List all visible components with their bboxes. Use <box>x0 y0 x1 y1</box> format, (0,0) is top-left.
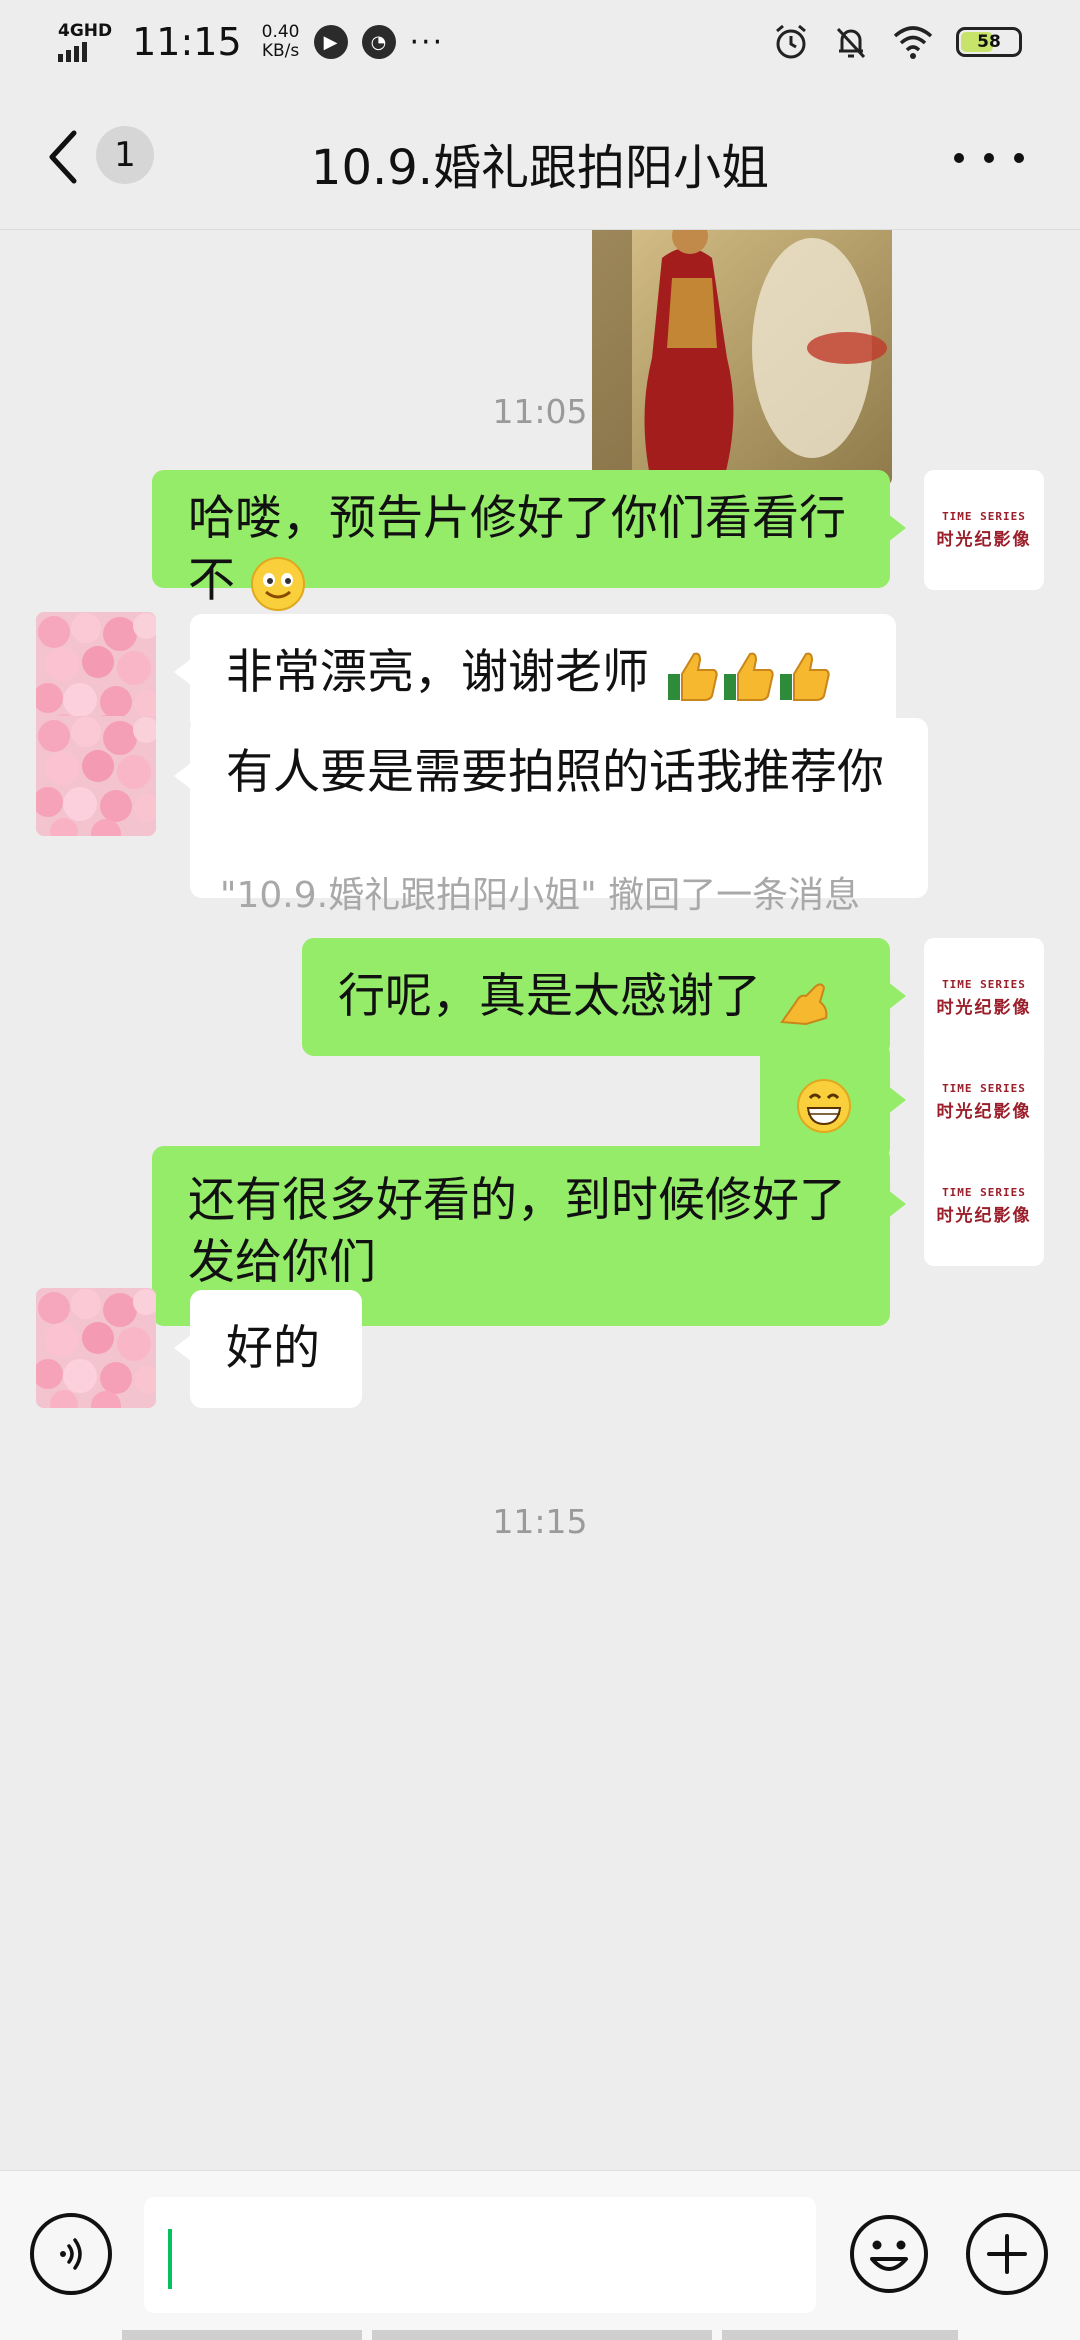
message-text: 好的 <box>226 1321 320 1376</box>
my-avatar[interactable]: TIME SERIES 时光纪影像 <box>924 470 1044 590</box>
outgoing-emoji-message[interactable] <box>760 1042 906 1160</box>
input-bar <box>0 2170 1080 2340</box>
emoji-icon <box>850 2215 928 2293</box>
network-indicator: 4GHD <box>58 22 112 62</box>
pink-balls-avatar-image <box>36 716 156 836</box>
chevron-left-icon <box>49 130 77 184</box>
unread-count-badge[interactable]: 1 <box>96 126 154 184</box>
avatar-logo-main: 时光纪影像 <box>936 998 1032 1018</box>
more-dots-icon[interactable] <box>954 128 1024 188</box>
avatar-logo-main: 时光纪影像 <box>936 530 1032 550</box>
voice-button[interactable] <box>30 2213 112 2295</box>
contact-avatar[interactable] <box>36 612 156 732</box>
my-avatar[interactable]: TIME SERIES 时光纪影像 <box>924 1042 1044 1162</box>
message-list[interactable]: 11:05 哈喽，预告片修好了你们看看行不 TIME SERIES 时光纪影像 … <box>0 230 1080 2170</box>
alarm-icon <box>776 24 806 59</box>
more-notifications-icon: ··· <box>409 24 445 60</box>
speed-unit: KB/s <box>261 41 300 61</box>
my-avatar[interactable]: TIME SERIES 时光纪影像 <box>924 1146 1044 1266</box>
incoming-message[interactable]: 非常漂亮，谢谢老师 <box>174 614 896 732</box>
grin-emoji-icon <box>797 1078 851 1133</box>
text-cursor <box>168 2229 172 2289</box>
speed-value: 0.40 <box>261 22 300 42</box>
recall-notice: "10.9.婚礼跟拍阳小姐" 撤回了一条消息 <box>219 875 861 916</box>
avatar-logo-top: TIME SERIES <box>942 510 1026 523</box>
chat-title: 10.9.婚礼跟拍阳小姐 <box>310 140 770 196</box>
message-text: 非常漂亮，谢谢老师 <box>226 645 649 700</box>
wifi-icon <box>893 26 933 59</box>
timestamp: 11:05 <box>492 392 588 431</box>
nav-gesture-bar <box>372 2330 712 2340</box>
battery-icon: 58 <box>956 27 1022 57</box>
plus-button[interactable] <box>966 2213 1048 2295</box>
thumbs-up-emoji-icon <box>723 652 774 701</box>
emoji-button[interactable] <box>848 2213 930 2295</box>
avatar-logo-main: 时光纪影像 <box>936 1206 1032 1226</box>
outgoing-message[interactable]: 哈喽，预告片修好了你们看看行不 <box>152 470 906 611</box>
contact-avatar[interactable] <box>36 1288 156 1408</box>
message-text: 行呢，真是太感谢了 <box>338 969 761 1024</box>
video-icon: ▶ <box>313 25 348 59</box>
battery-level: 58 <box>977 32 1001 52</box>
plus-icon <box>987 2234 1027 2274</box>
incoming-message[interactable]: 好的 <box>174 1290 362 1408</box>
chat-header: 1 10.9.婚礼跟拍阳小姐 <box>0 84 1080 230</box>
avatar-logo-top: TIME SERIES <box>942 1082 1026 1095</box>
timestamp: 11:15 <box>492 1502 588 1541</box>
signal-icon <box>58 40 87 62</box>
app-notification-icon: ◔ <box>361 25 396 59</box>
message-input[interactable] <box>144 2197 816 2313</box>
contact-avatar[interactable] <box>36 716 156 836</box>
network-type: 4GHD <box>58 21 113 41</box>
message-text: 还有很多好看的，到时候修好了发给你们 <box>188 1173 846 1290</box>
status-time: 11:15 <box>132 20 242 64</box>
mute-bell-icon <box>836 27 866 59</box>
my-avatar[interactable]: TIME SERIES 时光纪影像 <box>924 938 1044 1058</box>
image-message[interactable] <box>592 230 892 486</box>
outgoing-message[interactable]: 行呢，真是太感谢了 <box>302 938 906 1056</box>
avatar-logo-top: TIME SERIES <box>942 1186 1026 1199</box>
thumbs-up-emoji-icon <box>779 652 830 701</box>
nav-gesture-bar <box>722 2330 958 2340</box>
ok-hand-emoji-icon <box>780 982 828 1025</box>
pink-balls-avatar-image <box>36 612 156 732</box>
avatar-logo-top: TIME SERIES <box>942 978 1026 991</box>
wedding-photo <box>592 230 892 486</box>
status-bar: 4GHD 11:15 0.40 KB/s ▶ ◔ ··· 58 <box>0 0 1080 84</box>
avatar-logo-main: 时光纪影像 <box>936 1102 1032 1122</box>
message-text: 有人要是需要拍照的话我推荐你 <box>226 745 884 800</box>
smile-emoji-icon <box>250 556 305 611</box>
thumbs-up-emoji-icon <box>667 652 718 701</box>
voice-icon <box>60 2238 82 2270</box>
nav-gesture-bar <box>122 2330 362 2340</box>
pink-balls-avatar-image <box>36 1288 156 1408</box>
network-speed: 0.40 KB/s <box>262 23 300 61</box>
